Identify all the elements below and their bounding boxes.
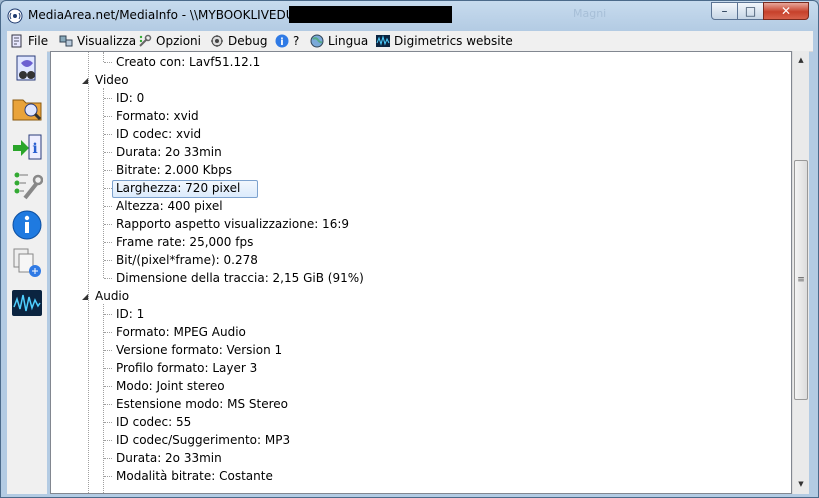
minimize-button[interactable]: – [711, 2, 738, 20]
tree-item-label: Creato con: Lavf51.12.1 [116, 55, 261, 69]
digimetrics-icon [376, 35, 390, 47]
tree-item-label: ID codec: 55 [116, 415, 192, 429]
menu-debug-label: Debug [228, 34, 268, 48]
view-icon [59, 35, 73, 47]
tree-item-label: ID codec: xvid [116, 127, 202, 141]
info-icon[interactable] [11, 209, 43, 241]
svg-text:i: i [32, 141, 37, 157]
tree-item-label: Frame rate: 25,000 fps [116, 235, 254, 249]
tree-item-label: Modalità bitrate: Costante [116, 469, 273, 483]
collapse-arrow-icon[interactable]: ◢ [82, 72, 88, 90]
export-icon[interactable]: i [11, 131, 43, 163]
tree-item-label: Durata: 2o 33min [116, 145, 222, 159]
tree-item[interactable]: Modalità bitrate: Costante [51, 467, 791, 485]
mediainfo-window: MediaArea.net/MediaInfo - \\MYBOOKLIVEDU… [0, 0, 819, 498]
close-button[interactable]: ✕ [763, 2, 809, 20]
tree-item[interactable]: Bit/(pixel*frame): 0.278 [51, 251, 791, 269]
redacted-path [289, 6, 452, 23]
title-bar[interactable]: MediaArea.net/MediaInfo - \\MYBOOKLIVEDU… [1, 1, 818, 31]
mediainfo-app-icon [7, 8, 23, 24]
menu-lingua[interactable]: Lingua [310, 33, 368, 49]
window-title: MediaArea.net/MediaInfo - \\MYBOOKLIVEDU… [28, 8, 308, 22]
file-icon [11, 34, 22, 48]
tree-section-audio[interactable]: ◢ Audio [51, 287, 791, 306]
tree-item-label: Durata: 2o 33min [116, 451, 222, 465]
tree-item[interactable]: Modo: Joint stereo [51, 377, 791, 395]
tree-item-label: Bitrate: 2.000 Kbps [116, 163, 233, 177]
toolbar-sidebar: i [7, 51, 47, 494]
menu-debug[interactable]: Debug [210, 33, 267, 49]
open-folder-icon[interactable] [11, 91, 43, 123]
scroll-down-arrow[interactable]: ▼ [793, 475, 809, 492]
menu-opzioni-label: Opzioni [156, 34, 201, 48]
menu-digimetrics-label: Digimetrics website [394, 34, 513, 48]
tree-item-label: Rapporto aspetto visualizzazione: 16:9 [116, 217, 350, 231]
collapse-arrow-icon[interactable]: ◢ [82, 288, 88, 306]
tree-item[interactable]: Versione formato: Version 1 [51, 341, 791, 359]
tree-item-label: ID: 1 [116, 307, 145, 321]
background-window-text: Magni [573, 7, 607, 20]
tree-item[interactable]: ID codec: xvid [51, 125, 791, 143]
menu-digimetrics[interactable]: Digimetrics website [376, 33, 513, 49]
tree-item[interactable]: ID codec: 55 [51, 413, 791, 431]
tree-item[interactable]: Estensione modo: MS Stereo [51, 395, 791, 413]
menu-file-label: File [28, 34, 49, 48]
section-label: Video [95, 73, 129, 87]
info-tree-view[interactable]: Creato con: Lavf51.12.1 ◢ Video ID: 0 Format… [50, 51, 792, 494]
maximize-button[interactable]: □ [737, 2, 764, 20]
tree-section-video[interactable]: ◢ Video [51, 71, 791, 90]
tree-item[interactable]: ID: 0 [51, 89, 791, 107]
menu-bar: File Visualizza Opzioni Debug i ? Lingua… [7, 31, 813, 52]
tree-item-label: Dimensione della traccia: 2,15 GiB (91%) [116, 271, 364, 285]
tree-item-label: ID codec/Suggerimento: MP3 [116, 433, 291, 447]
tree-item-label: Modo: Joint stereo [116, 379, 225, 393]
options-icon [139, 34, 152, 47]
preferences-icon[interactable] [11, 169, 43, 201]
compare-icon[interactable] [11, 247, 43, 279]
tree-item[interactable]: Frame rate: 25,000 fps [51, 233, 791, 251]
menu-visualizza[interactable]: Visualizza [59, 33, 136, 49]
svg-text:i: i [280, 37, 283, 48]
tree-item[interactable]: Dimensione della traccia: 2,15 GiB (91%) [51, 269, 791, 287]
vertical-scrollbar[interactable]: ▲ ≡ ▼ [792, 51, 809, 494]
tree-item[interactable]: Formato: MPEG Audio [51, 323, 791, 341]
tree-item-label: Estensione modo: MS Stereo [116, 397, 288, 411]
tree-item[interactable]: Formato: xvid [51, 107, 791, 125]
tree-item[interactable]: Durata: 2o 33min [51, 143, 791, 161]
tree-item-label: Larghezza: 720 pixel [116, 181, 241, 195]
tree-item[interactable]: ID: 1 [51, 305, 791, 323]
scroll-thumb[interactable]: ≡ [794, 160, 808, 400]
section-label: Audio [95, 289, 130, 303]
tree-item-label: Profilo formato: Layer 3 [116, 361, 258, 375]
language-icon [310, 34, 324, 48]
menu-help[interactable]: i ? [275, 33, 299, 49]
tree-item[interactable]: Durata: 2o 33min [51, 449, 791, 467]
tree-item[interactable]: ID codec/Suggerimento: MP3 [51, 431, 791, 449]
digimetrics-sidebar-icon[interactable] [11, 287, 43, 319]
scroll-up-arrow[interactable]: ▲ [793, 51, 809, 68]
tree-item-label: Versione formato: Version 1 [116, 343, 283, 357]
tree-item[interactable]: Altezza: 400 pixel [51, 197, 791, 215]
menu-lingua-label: Lingua [328, 34, 369, 48]
tree-item[interactable]: Larghezza: 720 pixel [51, 179, 791, 198]
tree-item-label: Altezza: 400 pixel [116, 199, 223, 213]
tree-item[interactable]: Creato con: Lavf51.12.1 [51, 53, 791, 71]
menu-visualizza-label: Visualizza [77, 34, 137, 48]
menu-opzioni[interactable]: Opzioni [138, 33, 201, 49]
tree-item-label: Bit/(pixel*frame): 0.278 [116, 253, 258, 267]
tree-item[interactable]: Rapporto aspetto visualizzazione: 16:9 [51, 215, 791, 233]
debug-icon [211, 35, 223, 47]
tree-item-label: Formato: MPEG Audio [116, 325, 246, 339]
tree-item-label: Formato: xvid [116, 109, 199, 123]
tree-item[interactable]: Profilo formato: Layer 3 [51, 359, 791, 377]
menu-help-label: ? [293, 34, 300, 48]
help-icon: i [275, 34, 289, 48]
tree-item[interactable]: Bitrate: 2.000 Kbps [51, 161, 791, 179]
menu-file[interactable]: File [10, 33, 48, 49]
tree-item-label: ID: 0 [116, 91, 145, 105]
open-file-icon[interactable] [11, 53, 43, 85]
